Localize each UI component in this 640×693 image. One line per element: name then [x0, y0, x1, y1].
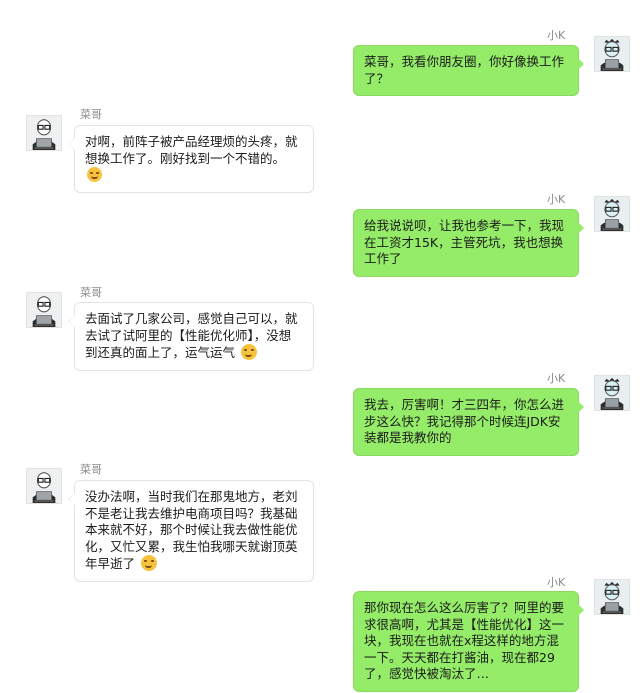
message-text: 没办法啊，当时我们在那鬼地方，老刘不是老让我去维护电商项目吗？我基础本来就不好，…: [85, 489, 298, 571]
message-bubble: 给我说说呗，让我也参考一下，我现在工资才15K，主管死坑，我也想换工作了: [353, 209, 584, 277]
avatar-me[interactable]: [594, 375, 630, 411]
smile-emoji-icon: [87, 167, 102, 182]
avatar-me[interactable]: [594, 36, 630, 72]
message-text: 去面试了几家公司，感觉自己可以，就去试了试阿里的【性能优化师】，没想到还真的面上…: [85, 311, 298, 360]
message-text: 菜哥，我看你朋友圈，你好像换工作了？: [364, 54, 565, 86]
sender-name: 小K: [547, 29, 566, 42]
avatar-other-icon: [27, 469, 61, 503]
message-text: 我去，厉害啊！才三四年，你怎么进步这么快？我记得那个时候连JDK安装都是我教你的: [364, 397, 565, 445]
sender-name: 小K: [547, 193, 566, 206]
message-bubble: 我去，厉害啊！才三四年，你怎么进步这么快？我记得那个时候连JDK安装都是我教你的: [353, 388, 584, 456]
avatar-me-icon: [595, 580, 629, 614]
message-bubble: 对啊，前阵子被产品经理烦的头疼，就想换工作了。刚好找到一个不错的。: [68, 125, 314, 193]
avatar-me-icon: [595, 197, 629, 231]
laughing-emoji-icon: [241, 344, 257, 360]
avatar-other-icon: [27, 293, 61, 327]
sender-name: 菜哥: [80, 463, 102, 476]
avatar-other[interactable]: [26, 468, 62, 504]
message-text: 给我说说呗，让我也参考一下，我现在工资才15K，主管死坑，我也想换工作了: [364, 218, 565, 266]
avatar-me-icon: [595, 376, 629, 410]
sender-name: 菜哥: [80, 286, 102, 299]
message-bubble: 去面试了几家公司，感觉自己可以，就去试了试阿里的【性能优化师】，没想到还真的面上…: [68, 302, 314, 371]
sender-name: 小K: [547, 372, 566, 385]
message-text: 那你现在怎么这么厉害了？阿里的要求很高啊，尤其是【性能优化】这一块，我现在也就在…: [364, 600, 565, 681]
avatar-other-icon: [27, 116, 61, 150]
message-bubble: 没办法啊，当时我们在那鬼地方，老刘不是老让我去维护电商项目吗？我基础本来就不好，…: [68, 480, 314, 582]
sender-name: 菜哥: [80, 108, 102, 121]
avatar-other[interactable]: [26, 115, 62, 151]
sender-name: 小K: [547, 576, 566, 589]
message-bubble: 菜哥，我看你朋友圈，你好像换工作了？: [353, 45, 584, 96]
avatar-me-icon: [595, 37, 629, 71]
avatar-me[interactable]: [594, 579, 630, 615]
avatar-other[interactable]: [26, 292, 62, 328]
avatar-me[interactable]: [594, 196, 630, 232]
message-bubble: 那你现在怎么这么厉害了？阿里的要求很高啊，尤其是【性能优化】这一块，我现在也就在…: [353, 591, 584, 692]
sweat-emoji-icon: [141, 555, 157, 571]
message-text: 对啊，前阵子被产品经理烦的头疼，就想换工作了。刚好找到一个不错的。: [85, 134, 298, 166]
